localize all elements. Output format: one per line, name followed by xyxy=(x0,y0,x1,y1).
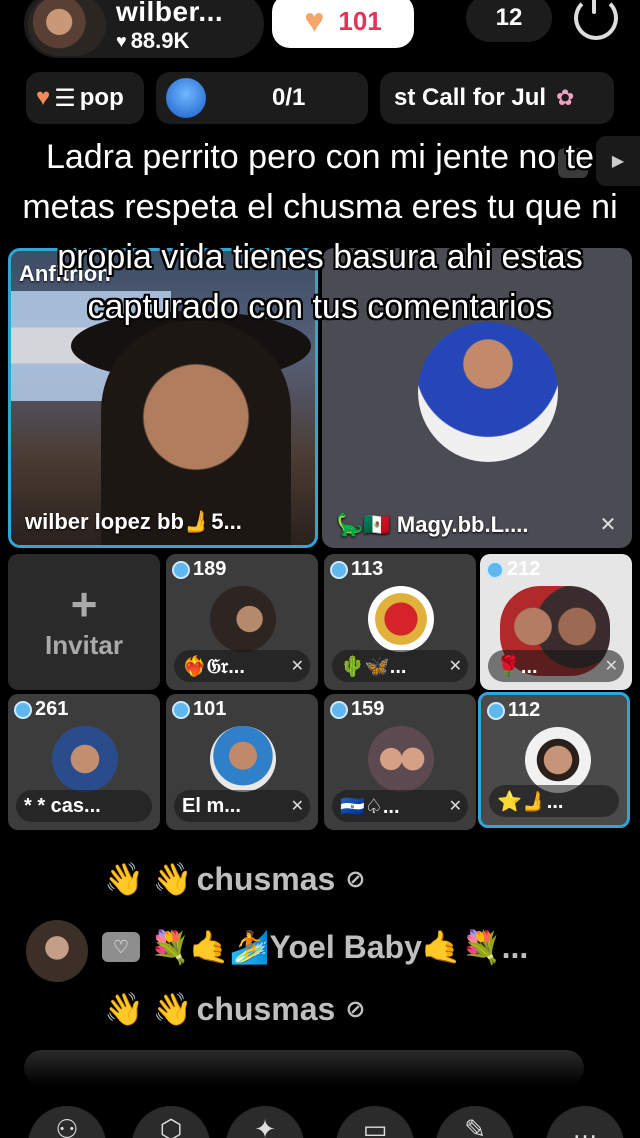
popularity-label: pop xyxy=(79,84,124,111)
goal-progress: 0/1 xyxy=(272,84,306,111)
live-header: wilber... ♥ 88.9K ♥ 101 12 xyxy=(0,0,640,64)
popularity-chip[interactable]: ♥ ☰ pop xyxy=(26,72,144,124)
host-likes: ♥ 88.9K xyxy=(116,28,189,54)
mute-icon: ✕ xyxy=(604,658,618,675)
event-label: st Call for Jul xyxy=(394,84,547,111)
guest-name: 🌵🦋... ✕ xyxy=(332,650,468,682)
level-badge: 113 xyxy=(330,558,383,581)
event-chip[interactable]: st Call for Jul ✿ xyxy=(380,72,614,124)
guest-avatar xyxy=(418,322,558,462)
guest-cell[interactable]: 113 🌵🦋... ✕ xyxy=(324,554,476,690)
guest-name: 🇸🇻♤... ✕ xyxy=(332,790,468,822)
guest-avatar xyxy=(210,726,276,792)
effects-icon[interactable]: ✦ xyxy=(226,1106,304,1138)
guest-cell[interactable]: 261 * * cas... xyxy=(8,694,160,830)
level-badge: 159 xyxy=(330,698,384,721)
chat-user-avatar[interactable] xyxy=(26,920,88,982)
hide-icon[interactable]: ⊘ xyxy=(345,865,365,894)
host-avatar[interactable] xyxy=(28,0,106,56)
level-badge: 261 xyxy=(14,698,68,721)
menu-icon: ☰ xyxy=(54,84,76,112)
edit-icon[interactable]: ✎ xyxy=(436,1106,514,1138)
guest-name: 🌹... ✕ xyxy=(488,650,624,682)
guest-name: ❤️‍🔥𝔊𝔯... ✕ xyxy=(174,650,310,682)
level-badge: 189 xyxy=(172,558,226,581)
guest-tile-name: 🦕🇲🇽 Magy.bb.L.... xyxy=(336,512,529,537)
guest-avatar xyxy=(525,727,591,793)
chat-panel: 👋 👋 chusmas ⊘ ♡ 💐🤙🏄Yoel Baby🤙💐... 👋 👋 ch… xyxy=(0,846,640,1086)
host-tile-name: wilber lopez bb🫸5... xyxy=(25,509,242,534)
chat-message: ♡ 💐🤙🏄Yoel Baby🤙💐... xyxy=(102,928,528,966)
chat-message: 👋 👋 chusmas ⊘ xyxy=(104,860,365,898)
plus-icon: + xyxy=(70,577,98,630)
guest-name: El m... ✕ xyxy=(174,790,310,822)
heart-icon: ♥ xyxy=(36,84,51,111)
viewer-count[interactable]: 12 xyxy=(466,0,552,42)
level-badge: 101 xyxy=(172,698,226,721)
gift-icon: ✿ xyxy=(556,85,575,110)
guest-cell-active[interactable]: 112 ⭐🫸... xyxy=(478,692,630,828)
power-icon[interactable] xyxy=(574,0,618,40)
chat-emojis: 👋 👋 xyxy=(104,861,193,897)
heart-icon: ♥ xyxy=(304,1,325,40)
goal-chip[interactable]: 0/1 xyxy=(156,72,368,124)
guest-name: * * cas... xyxy=(16,790,152,822)
chat-user-name[interactable]: 💐🤙🏄Yoel Baby🤙💐... xyxy=(150,928,528,966)
bottom-toolbar: ⚇ ⬡ ✦ ▭ ✎ … xyxy=(0,1096,640,1138)
guest-avatar xyxy=(368,586,434,652)
guest-avatar xyxy=(52,726,118,792)
hide-icon[interactable]: ⊘ xyxy=(345,995,365,1024)
invite-label: Invitar xyxy=(44,629,124,660)
guest-cell[interactable]: 189 ❤️‍🔥𝔊𝔯... ✕ xyxy=(166,554,318,690)
user-level-badge: ♡ xyxy=(102,932,140,962)
host-name[interactable]: wilber... xyxy=(116,0,223,28)
mute-icon: ✕ xyxy=(448,658,462,675)
follow-button[interactable]: ♥ 101 xyxy=(272,0,414,48)
level-badge: 112 xyxy=(487,699,540,722)
mute-icon: ✕ xyxy=(448,798,462,815)
chat-text: chusmas xyxy=(196,860,336,897)
invite-button[interactable]: + Invitar xyxy=(8,554,160,690)
chat-emojis: 👋 👋 xyxy=(104,991,193,1027)
caption-overlay: Ladra perrito pero con mi jente no te me… xyxy=(22,138,618,326)
guest-cell[interactable]: 212 🌹... ✕ xyxy=(480,554,632,690)
share-icon[interactable]: ⬡ xyxy=(132,1106,210,1138)
message-icon[interactable]: ▭ xyxy=(336,1106,414,1138)
mute-icon: ✕ xyxy=(290,658,304,675)
guest-avatar xyxy=(368,726,434,792)
chat-faded-message xyxy=(24,1050,584,1086)
info-row: ♥ ☰ pop 0/1 st Call for Jul ✿ xyxy=(0,72,640,128)
heart-icon: ♥ xyxy=(116,30,127,51)
more-icon[interactable]: … xyxy=(546,1106,624,1138)
mute-icon: ✕ xyxy=(599,513,617,536)
level-badge: 212 xyxy=(486,558,540,581)
guest-cell[interactable]: 101 El m... ✕ xyxy=(166,694,318,830)
guest-name: ⭐🫸... xyxy=(489,785,619,817)
host-likes-count: 88.9K xyxy=(130,28,190,53)
mute-icon: ✕ xyxy=(290,798,304,815)
goal-icon xyxy=(166,78,206,118)
chat-text: chusmas xyxy=(196,990,336,1027)
follow-count: 101 xyxy=(338,5,382,36)
guests-icon[interactable]: ⚇ xyxy=(28,1106,106,1138)
chat-message: 👋 👋 chusmas ⊘ xyxy=(104,990,365,1028)
guest-avatar xyxy=(210,586,276,652)
guest-cell[interactable]: 159 🇸🇻♤... ✕ xyxy=(324,694,476,830)
